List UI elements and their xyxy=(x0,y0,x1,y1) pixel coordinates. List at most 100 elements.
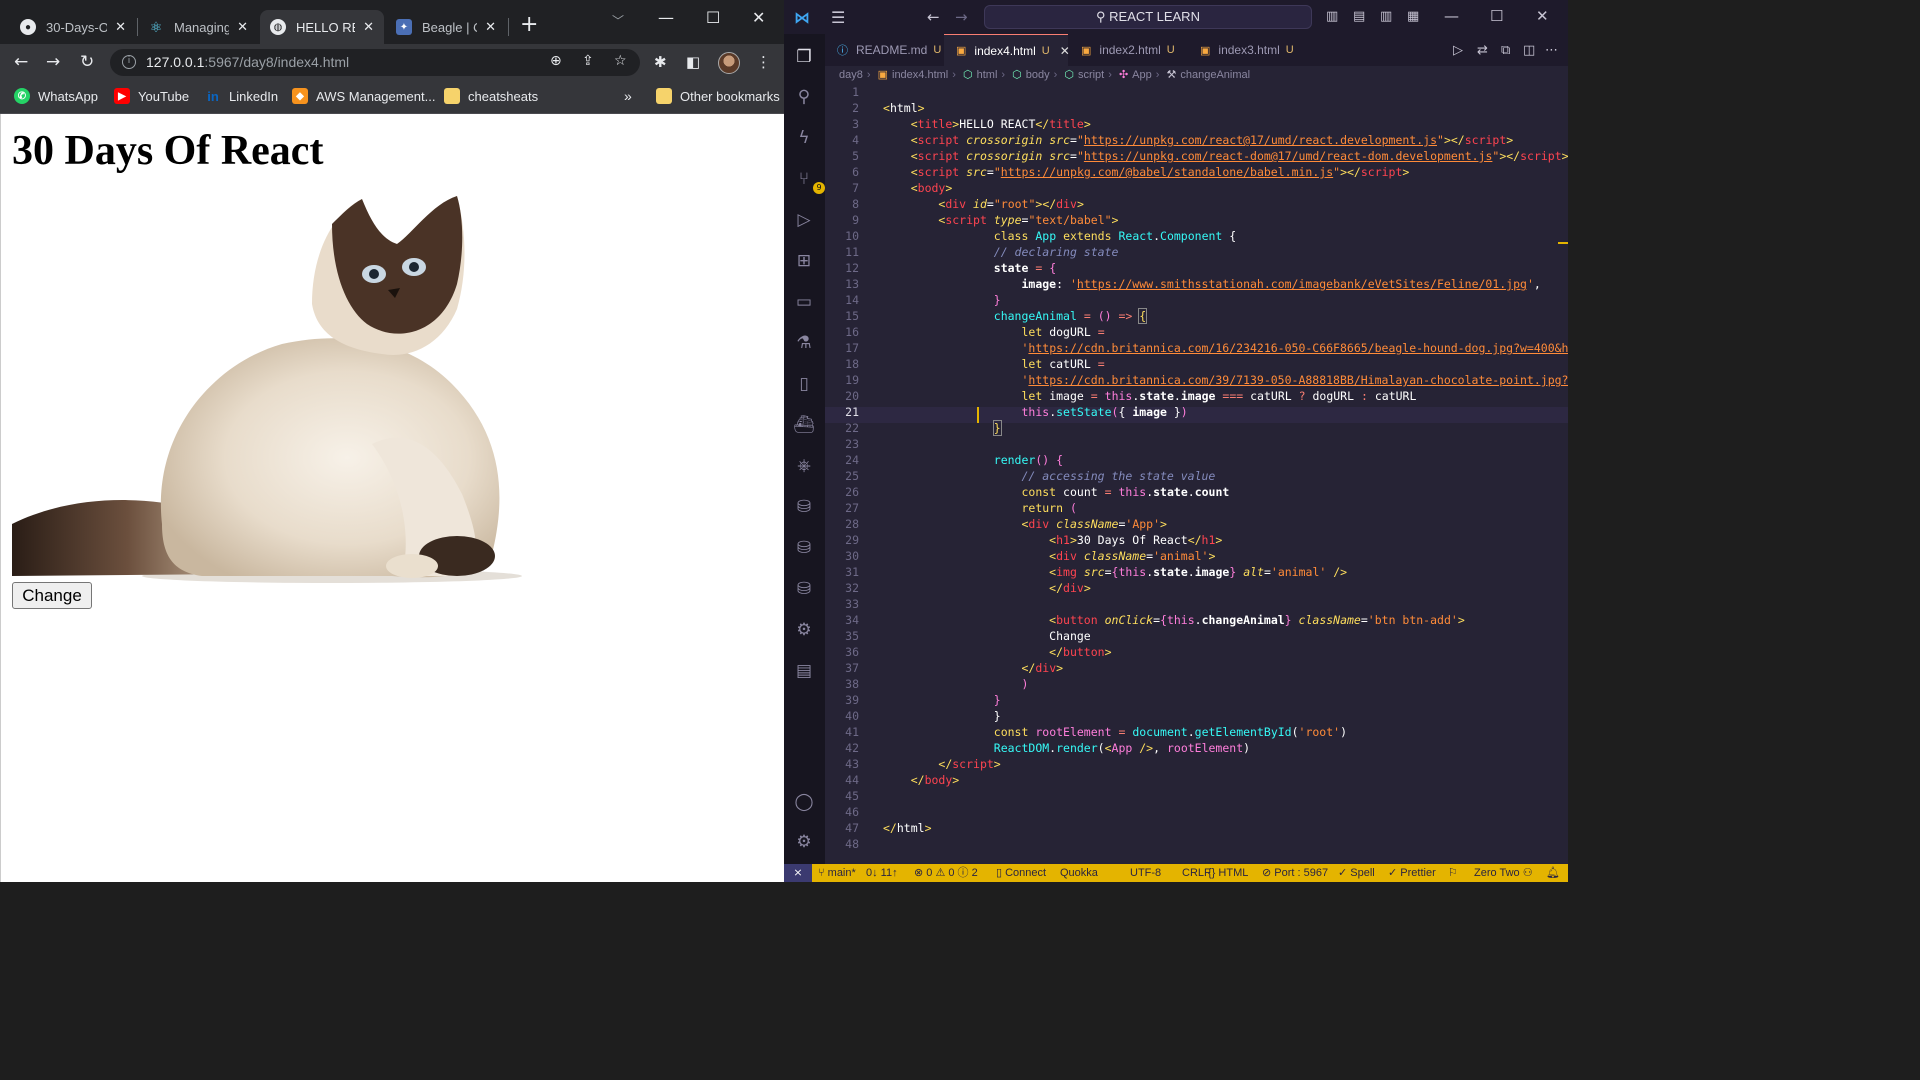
tab-readme[interactable]: ⓘ README.md U xyxy=(825,34,943,66)
browser-tab-3[interactable]: ✦ Beagle | O ✕ xyxy=(386,10,506,44)
breadcrumb-item[interactable]: App xyxy=(1132,69,1152,81)
maximize-icon[interactable]: ☐ xyxy=(1490,7,1503,25)
prettier-status[interactable]: ✓ Prettier xyxy=(1388,864,1436,882)
back-icon[interactable]: ← xyxy=(14,52,28,72)
breadcrumb-item[interactable]: changeAnimal xyxy=(1180,69,1250,81)
kubernetes-icon[interactable]: ⎈ xyxy=(793,455,815,477)
profile-avatar[interactable] xyxy=(718,52,740,74)
spell-status[interactable]: ✓ Spell xyxy=(1338,864,1375,882)
browser-tab-1[interactable]: ⚛ Managing ✕ xyxy=(138,10,258,44)
browser-tab-2[interactable]: ◍ HELLO REA ✕ xyxy=(260,10,384,44)
breadcrumb-item[interactable]: index4.html xyxy=(892,69,948,81)
breadcrumb-item[interactable]: script xyxy=(1078,69,1104,81)
extensions-icon[interactable]: ✱ xyxy=(654,53,667,71)
compare-icon[interactable]: ⇄ xyxy=(1477,43,1488,58)
bookmarks-bar: ✆ WhatsApp ▶ YouTube in LinkedIn ◆ AWS M… xyxy=(0,80,784,114)
extensions-icon[interactable]: ⊞ xyxy=(793,250,815,272)
command-center-search[interactable]: ⚲ REACT LEARN xyxy=(984,5,1312,29)
reload-icon[interactable]: ↻ xyxy=(80,52,94,72)
connect-status[interactable]: ▯ Connect xyxy=(996,864,1046,882)
new-tab-button[interactable]: + xyxy=(520,14,538,36)
port-status[interactable]: ⊘ Port : 5967 xyxy=(1262,864,1328,882)
encoding-status[interactable]: UTF-8 xyxy=(1130,864,1161,882)
customize-layout-icon[interactable]: ▦ xyxy=(1407,9,1419,24)
code-line: 7 <body> xyxy=(852,181,953,195)
share-icon[interactable]: ⇪ xyxy=(582,53,594,69)
close-tab-icon[interactable]: ✕ xyxy=(363,19,374,35)
code-editor[interactable]: 1 2 <html> 3 <title>HELLO REACT</title> 4… xyxy=(825,84,1568,864)
run-debug-icon[interactable]: ▷ xyxy=(793,209,815,231)
bookmark-aws[interactable]: ◆ AWS Management... xyxy=(292,88,435,104)
more-actions-icon[interactable]: ⋯ xyxy=(1545,43,1558,58)
split-editor-icon[interactable]: ◫ xyxy=(1523,43,1535,58)
lightning-icon[interactable]: ϟ xyxy=(793,127,815,149)
api-test-icon[interactable]: ⚙ xyxy=(793,619,815,641)
close-tab-icon[interactable]: ✕ xyxy=(485,19,496,35)
browser-tab-0[interactable]: ● 30-Days-O ✕ xyxy=(10,10,136,44)
menu-kebab-icon[interactable]: ⋮ xyxy=(756,53,771,71)
source-control-icon[interactable]: ⑂ 9 xyxy=(793,168,825,194)
notifications-bell-icon[interactable]: 🔔︎ xyxy=(1546,864,1560,882)
site-info-icon[interactable]: i xyxy=(122,55,136,69)
toggle-sidebar-icon[interactable]: ▥ xyxy=(1326,9,1338,24)
open-preview-icon[interactable]: ⧉ xyxy=(1501,43,1510,58)
bookmarks-overflow-icon[interactable]: » xyxy=(624,88,632,104)
hamburger-menu-icon[interactable]: ☰ xyxy=(831,8,845,27)
bookmark-cheatsheats[interactable]: cheatsheats xyxy=(444,88,538,104)
docker-icon[interactable]: ⛴ xyxy=(793,414,815,436)
explorer-icon[interactable]: ❐ xyxy=(793,46,815,68)
notebook-icon[interactable]: ▯ xyxy=(793,373,815,395)
bookmark-label: Other bookmarks xyxy=(680,88,780,104)
back-icon[interactable]: ← xyxy=(927,8,940,26)
forward-icon[interactable]: → xyxy=(46,52,60,72)
run-icon[interactable]: ▷ xyxy=(1453,43,1463,58)
bookmark-linkedin[interactable]: in LinkedIn xyxy=(205,88,278,104)
change-button[interactable]: Change xyxy=(12,582,92,609)
maximize-icon[interactable]: ☐ xyxy=(706,8,720,27)
address-bar[interactable]: i 127.0.0.1:5967/day8/index4.html ⊕ ⇪ ☆ xyxy=(110,49,640,76)
database-icon[interactable]: ⛁ xyxy=(793,496,815,518)
toggle-secondary-sidebar-icon[interactable]: ▥ xyxy=(1380,9,1392,24)
close-tab-icon[interactable]: ✕ xyxy=(115,19,126,35)
browser-tab-title: 30-Days-O xyxy=(46,19,108,35)
minimize-icon[interactable]: — xyxy=(1444,7,1459,25)
breadcrumb-item[interactable]: html xyxy=(977,69,998,81)
url-text[interactable]: 127.0.0.1:5967/day8/index4.html xyxy=(146,54,349,70)
quokka-status[interactable]: Quokka xyxy=(1060,864,1098,882)
sync-status[interactable]: 0↓ 11↑ xyxy=(866,864,898,882)
breadcrumb-item[interactable]: body xyxy=(1026,69,1050,81)
tab-index3[interactable]: ▣ index3.html U xyxy=(1188,34,1306,66)
bookmark-youtube[interactable]: ▶ YouTube xyxy=(114,88,189,104)
bookmark-star-icon[interactable]: ☆ xyxy=(614,53,627,69)
bookmark-whatsapp[interactable]: ✆ WhatsApp xyxy=(14,88,98,104)
close-tab-icon[interactable]: ✕ xyxy=(237,19,248,35)
minimize-icon[interactable]: — xyxy=(658,8,674,27)
tab-index4[interactable]: ▣ index4.html U ✕ xyxy=(944,34,1070,66)
tab-search-icon[interactable]: ﹀ xyxy=(612,12,624,29)
eol-status[interactable]: CRLF xyxy=(1182,864,1211,882)
close-window-icon[interactable]: ✕ xyxy=(1536,7,1549,25)
database-icon[interactable]: ⛁ xyxy=(793,578,815,600)
feedback-icon[interactable]: ⚐ xyxy=(1448,864,1458,882)
tab-index2[interactable]: ▣ index2.html U xyxy=(1069,34,1187,66)
theme-status[interactable]: Zero Two ⚇ xyxy=(1474,864,1533,882)
branch-indicator[interactable]: ⑂ main* xyxy=(818,864,856,882)
close-window-icon[interactable]: ✕ xyxy=(752,8,765,27)
side-panel-icon[interactable]: ◧ xyxy=(686,53,700,71)
other-bookmarks[interactable]: Other bookmarks xyxy=(656,88,780,104)
remote-explorer-icon[interactable]: ▭ xyxy=(793,291,815,313)
zoom-icon[interactable]: ⊕ xyxy=(550,53,562,69)
language-status[interactable]: {} HTML xyxy=(1208,864,1248,882)
problems-status[interactable]: ⊗ 0 ⚠ 0 ⓘ 2 xyxy=(914,864,978,882)
database-icon[interactable]: ⛁ xyxy=(793,537,815,559)
forward-icon[interactable]: → xyxy=(955,8,968,26)
account-icon[interactable]: ◯ xyxy=(793,791,815,813)
notes-icon[interactable]: ▤ xyxy=(793,660,815,682)
remote-indicator-icon[interactable]: ⨯ xyxy=(784,864,812,882)
settings-gear-icon[interactable]: ⚙ xyxy=(793,831,815,853)
status-bar: ⨯ ⑂ main* 0↓ 11↑ ⊗ 0 ⚠ 0 ⓘ 2 ▯ Connect Q… xyxy=(784,864,1568,882)
search-icon[interactable]: ⚲ xyxy=(793,86,815,108)
toggle-panel-icon[interactable]: ▤ xyxy=(1353,9,1365,24)
breadcrumb-item[interactable]: day8 xyxy=(839,69,863,81)
testing-icon[interactable]: ⚗ xyxy=(793,332,815,354)
